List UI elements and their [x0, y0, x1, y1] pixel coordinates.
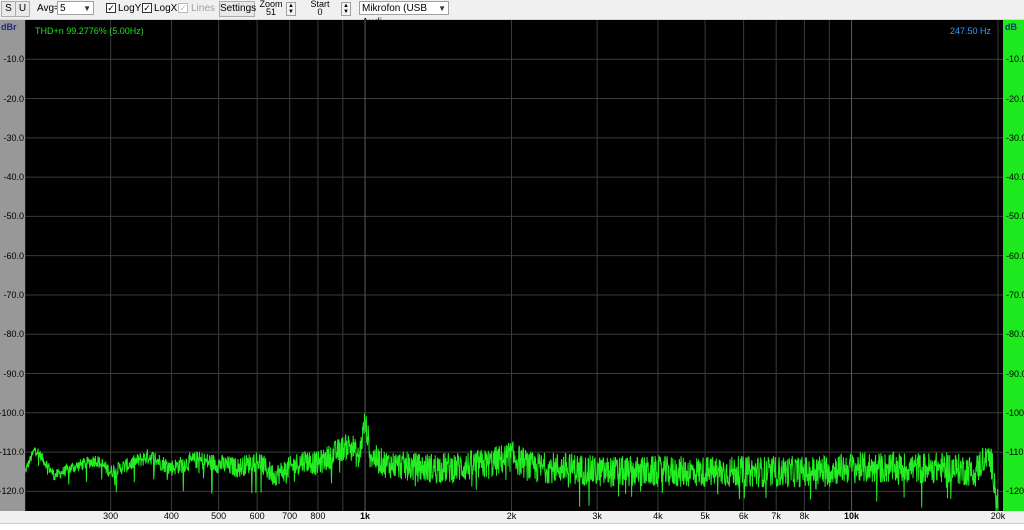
toolbar: S U Avg= 5 ▼ ✓ LogY ✓ LogX ✓ Lines Setti… [0, 0, 1024, 28]
lines-checkbox[interactable]: ✓ [178, 3, 188, 13]
frequency-readout: 247.50 Hz [950, 26, 992, 36]
thd-readout: THD+n 99.2776% (5.00Hz) [35, 26, 144, 36]
y-tick-label: -80.0 [3, 329, 24, 340]
logx-checkbox[interactable]: ✓ [142, 3, 152, 13]
device-select[interactable]: Mikrofon (USB Audi ▼ [359, 1, 449, 28]
logx-label: LogX [154, 3, 178, 14]
y-tick-label: -20.0 [3, 93, 24, 104]
y-tick-label-right: -50.0 [1006, 211, 1024, 222]
x-tick-label: 800 [310, 511, 326, 521]
x-tick-label: 20k [990, 511, 1006, 521]
x-tick-label: 500 [211, 511, 227, 521]
start-value: 0 [317, 7, 323, 17]
y-tick-label: -50.0 [3, 211, 24, 222]
y-tick-label: -60.0 [3, 250, 24, 261]
x-tick-label: 300 [103, 511, 119, 521]
left-axis-unit: dBr [1, 22, 17, 32]
y-tick-label: -30.0 [3, 132, 24, 143]
y-tick-label: -120.0 [0, 486, 24, 497]
y-tick-label-right: -30.0 [1006, 132, 1024, 143]
spectrum-chart: THD+n 99.2776% (5.00Hz) 247.50 Hz [25, 20, 1003, 511]
logy-label: LogY [118, 3, 142, 14]
lines-label: Lines [191, 3, 215, 14]
y-tick-label: -70.0 [3, 289, 24, 300]
right-y-axis: dB -10.0 -20.0 -30.0 -40.0 -50.0 -60.0 -70.0 -8… [1003, 20, 1024, 511]
x-tick-label: 2k [506, 511, 517, 521]
left-y-axis: dBr -10.0 -20.0 -30.0 -40.0 -50.0 -60.0 -70.0 -… [0, 20, 25, 511]
x-tick-label: 7k [771, 511, 781, 521]
y-tick-label-right: -110 [1006, 447, 1024, 458]
x-tick-label: 8k [799, 511, 810, 521]
y-tick-label-right: -20.0 [1006, 93, 1024, 104]
y-tick-label-right: -60.0 [1006, 250, 1024, 261]
y-tick-label: -40.0 [3, 172, 24, 183]
y-tick-label-right: -70.0 [1006, 289, 1024, 300]
y-tick-label-right: -120 [1006, 486, 1024, 497]
y-tick-label-right: -100 [1006, 407, 1024, 418]
x-tick-label: 4k [653, 511, 663, 521]
y-tick-label: -100.0 [0, 407, 24, 418]
zoom-value: 51 [265, 7, 276, 17]
x-tick-label: 6k [738, 511, 749, 521]
u-button[interactable]: U [15, 1, 30, 17]
s-button[interactable]: S [1, 1, 16, 17]
y-tick-label: -10.0 [3, 54, 24, 65]
y-tick-label: -110.0 [0, 447, 24, 458]
spectrum-plot[interactable]: THD+n 99.2776% (5.00Hz) 247.50 Hz [25, 20, 1003, 511]
start-spinner[interactable]: ▲ ▼ [341, 2, 351, 16]
y-tick-label-right: -40.0 [1006, 172, 1024, 183]
chevron-down-icon: ▼ [438, 4, 446, 13]
x-tick-label: 400 [163, 511, 179, 521]
x-tick-label: 1k [360, 511, 371, 521]
zoom-spinner[interactable]: ▲ ▼ [286, 2, 296, 16]
avg-value: 5 [60, 3, 66, 14]
right-axis-unit: dB [1005, 22, 1017, 32]
x-tick-label: 700 [282, 511, 298, 521]
logy-checkbox[interactable]: ✓ [106, 3, 116, 13]
y-tick-label: -90.0 [3, 368, 24, 379]
settings-button[interactable]: Settings [219, 1, 256, 17]
x-tick-label: 10k [844, 511, 860, 521]
x-tick-label: 5k [700, 511, 710, 521]
y-tick-label-right: -80.0 [1006, 329, 1024, 340]
y-tick-label-right: -90.0 [1006, 368, 1024, 379]
x-tick-label: 600 [249, 511, 265, 521]
chevron-down-icon: ▼ [83, 4, 91, 13]
avg-select[interactable]: 5 ▼ [57, 1, 94, 15]
x-tick-label: 3k [592, 511, 602, 521]
y-tick-label-right: -10.0 [1006, 54, 1024, 65]
